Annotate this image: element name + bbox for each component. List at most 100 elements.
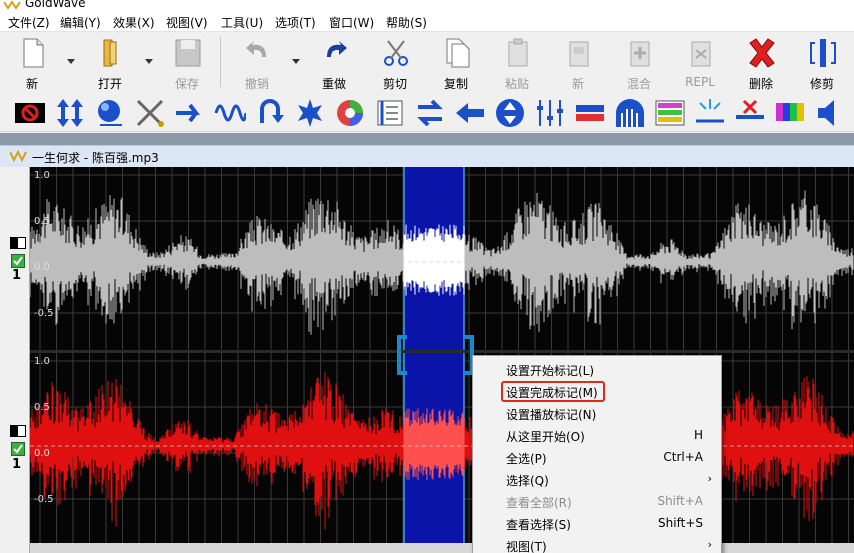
equalizer-icon[interactable] xyxy=(534,97,566,129)
globe-icon[interactable] xyxy=(94,97,126,129)
replace-button[interactable]: REPL xyxy=(673,35,727,91)
open-folder-icon xyxy=(103,39,117,67)
ctx-start-here[interactable]: 从这里开始(O) xyxy=(506,428,585,445)
paste-new-button[interactable]: 新 xyxy=(551,35,605,91)
wave-icon[interactable] xyxy=(214,97,246,129)
undo-icon xyxy=(246,41,266,57)
spectrogram-icon[interactable] xyxy=(654,97,686,129)
ctx-select-submenu[interactable]: 选择(Q) xyxy=(506,472,549,489)
ch2-tick-label: -0.5 xyxy=(34,494,54,505)
ctx-select-all[interactable]: 全选(P) xyxy=(506,450,547,467)
selection-start-handle-icon[interactable] xyxy=(393,335,409,375)
left-arrow-icon[interactable] xyxy=(454,97,486,129)
menu-edit[interactable]: 编辑(Y) xyxy=(58,14,103,31)
menu-effects[interactable]: 效果(X) xyxy=(111,14,157,31)
document-title-bar[interactable]: 一生何求 - 陈百强.mp3 xyxy=(0,145,854,167)
ch2-tick-label: 0.5 xyxy=(34,402,50,413)
undo-dropdown-icon[interactable] xyxy=(292,57,300,65)
new-label: 新 xyxy=(25,77,38,91)
channel-controls: 1 1 xyxy=(0,167,30,553)
menu-file[interactable]: 文件(Z) xyxy=(6,14,52,31)
waveform-channel-2[interactable] xyxy=(30,353,854,543)
save-label: 保存 xyxy=(174,77,199,91)
paste-new-label: 新 xyxy=(571,77,584,91)
ch2-number: 1 xyxy=(12,457,22,472)
u-turn-icon[interactable] xyxy=(254,97,286,129)
rainbow-bar-icon[interactable] xyxy=(774,97,806,129)
vertical-arrows-icon[interactable] xyxy=(494,97,526,129)
ch2-playback-toggle[interactable] xyxy=(10,425,26,437)
copy-button[interactable]: 复制 xyxy=(429,35,483,91)
ctx-set-play-marker[interactable]: 设置播放标记(N) xyxy=(506,406,596,423)
scissors-icon xyxy=(384,40,408,66)
workspace-background xyxy=(0,133,854,145)
check-icon xyxy=(13,444,23,454)
toolbar-separator xyxy=(220,37,221,87)
waveform-channel-1[interactable] xyxy=(30,167,854,350)
mix-button[interactable]: 混合 xyxy=(612,35,666,91)
copy-icon xyxy=(446,38,470,68)
save-disk-icon xyxy=(175,39,201,67)
ctx-view-all: 查看全部(R) xyxy=(506,496,572,510)
ch1-number: 1 xyxy=(12,268,22,283)
paste-button[interactable]: 粘贴 xyxy=(490,35,544,91)
stop-icon[interactable] xyxy=(14,97,46,129)
menu-window[interactable]: 窗口(W) xyxy=(327,14,376,31)
swap-arrows-icon[interactable] xyxy=(414,97,446,129)
redo-button[interactable]: 重做 xyxy=(307,35,361,91)
trim-icon xyxy=(810,39,836,67)
replace-label: REPL xyxy=(685,75,715,89)
paste-label: 粘贴 xyxy=(504,77,529,91)
main-toolbar: 新 打开 保存 撤销 重做 剪切 复制 粘贴 新 混合 REPL 删除 修剪 xyxy=(0,33,854,93)
paste-icon xyxy=(508,38,528,67)
ctx-view-submenu[interactable]: 视图(T) xyxy=(506,538,547,553)
new-button[interactable]: 新 xyxy=(5,35,59,91)
new-dropdown-icon[interactable] xyxy=(67,57,75,65)
replace-icon xyxy=(691,41,711,67)
cut-marker-icon[interactable] xyxy=(734,97,766,129)
submenu-arrow-icon: › xyxy=(707,472,712,485)
merge-arrow-icon[interactable] xyxy=(174,97,206,129)
expand-arrows-icon[interactable] xyxy=(54,97,86,129)
trim-button[interactable]: 修剪 xyxy=(795,35,849,91)
menu-options[interactable]: 选项(T) xyxy=(273,14,318,31)
cut-button[interactable]: 剪切 xyxy=(368,35,422,91)
open-dropdown-icon[interactable] xyxy=(145,57,153,65)
paste-new-icon xyxy=(569,41,589,67)
ch1-tick-label: 0.0 xyxy=(34,262,50,273)
ctx-set-finish-marker[interactable]: 设置完成标记(M) xyxy=(506,384,598,401)
goldwave-window: GoldWave 文件(Z) 编辑(Y) 效果(X) 视图(V) 工具(U) 选… xyxy=(0,0,854,553)
ctx-view-selection[interactable]: 查看选择(S) xyxy=(506,516,571,533)
ch1-tick-label: -0.5 xyxy=(34,308,54,319)
undo-button[interactable]: 撤销 xyxy=(230,35,284,91)
ctx-select-all-shortcut: Ctrl+A xyxy=(663,450,703,464)
time-ruler[interactable] xyxy=(30,543,854,553)
speaker-icon[interactable] xyxy=(814,97,846,129)
delete-button[interactable]: 删除 xyxy=(734,35,788,91)
copy-label: 复制 xyxy=(443,77,468,91)
waveform-ch2-svg xyxy=(30,353,854,543)
waveform-ch1-svg xyxy=(30,167,854,350)
ctx-set-start-marker[interactable]: 设置开始标记(L) xyxy=(506,362,594,379)
sparkle-split-icon[interactable] xyxy=(694,97,726,129)
ch1-playback-toggle[interactable] xyxy=(10,237,26,249)
color-wheel-icon[interactable] xyxy=(334,97,366,129)
ch1-enable-checkbox[interactable] xyxy=(11,254,25,268)
open-button[interactable]: 打开 xyxy=(83,35,137,91)
spectrum-bar-icon[interactable] xyxy=(574,97,606,129)
arch-icon[interactable] xyxy=(614,97,646,129)
crossfade-icon[interactable] xyxy=(134,97,166,129)
redo-icon xyxy=(327,41,347,57)
check-icon xyxy=(13,256,23,266)
menu-tools[interactable]: 工具(U) xyxy=(219,14,265,31)
menu-bar: 文件(Z) 编辑(Y) 效果(X) 视图(V) 工具(U) 选项(T) 窗口(W… xyxy=(0,12,854,32)
star-burst-icon[interactable] xyxy=(294,97,326,129)
title-bar: GoldWave xyxy=(0,0,854,12)
menu-view[interactable]: 视图(V) xyxy=(164,14,210,31)
submenu-arrow-icon: › xyxy=(707,538,712,551)
context-menu: 设置开始标记(L) 设置完成标记(M) 设置播放标记(N) 从这里开始(O) H… xyxy=(472,355,722,553)
ch2-enable-checkbox[interactable] xyxy=(11,442,25,456)
menu-help[interactable]: 帮助(S) xyxy=(384,14,429,31)
save-button[interactable]: 保存 xyxy=(160,35,214,91)
cue-points-icon[interactable] xyxy=(374,97,406,129)
